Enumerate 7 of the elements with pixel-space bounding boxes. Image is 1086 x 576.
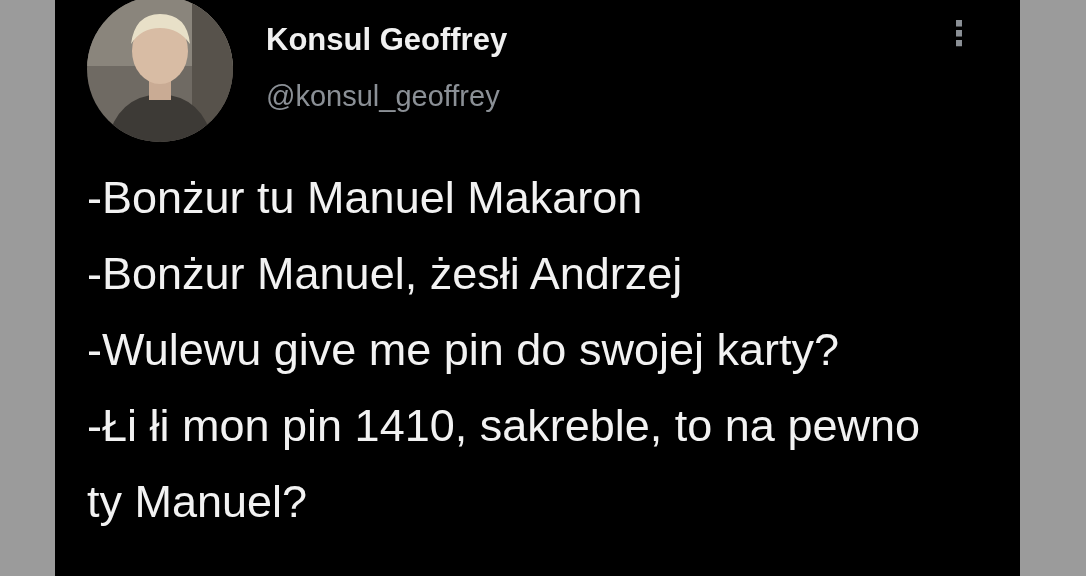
- author-name: Konsul Geoffrey: [266, 22, 508, 58]
- tweet-text: -Bonżur Manuel, żesłi Andrzej: [87, 247, 684, 301]
- tweet-text: -Łi łi mon pin 1410, sakreble, to na pewno ty Manuel?: [87, 399, 921, 529]
- tweet-text: -Bonżur tu Manuel Makaron: [87, 171, 644, 225]
- tweet-text: -Wulewu give me pin do swojej karty?: [87, 323, 840, 377]
- more-menu-button[interactable]: ⋮: [938, 16, 980, 50]
- author-handle: @konsul_geoffrey: [266, 80, 501, 113]
